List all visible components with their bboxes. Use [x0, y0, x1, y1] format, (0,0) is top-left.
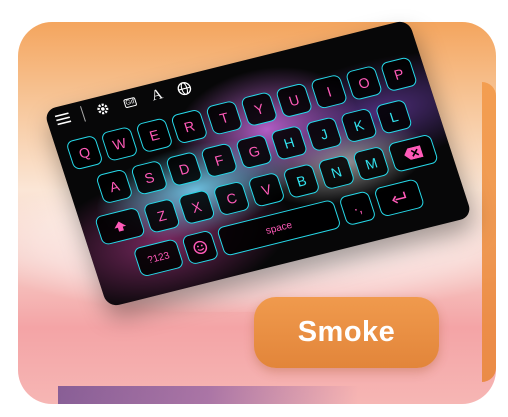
- gear-icon[interactable]: [93, 99, 113, 118]
- theme-name-label: Smoke: [297, 316, 396, 348]
- toolbar-separator: [80, 106, 86, 122]
- globe-icon[interactable]: [174, 79, 194, 98]
- emoji-icon: [193, 240, 208, 255]
- gif-label: Gif: [122, 96, 138, 108]
- card-bottom-accent: [58, 386, 358, 404]
- menu-icon[interactable]: [53, 109, 73, 128]
- font-label: A: [149, 85, 165, 104]
- gif-icon[interactable]: Gif: [120, 93, 140, 112]
- card-edge: [482, 82, 496, 382]
- font-icon[interactable]: A: [147, 86, 167, 105]
- backspace-icon: [404, 145, 424, 160]
- shift-icon: [114, 221, 127, 232]
- theme-name-badge: Smoke: [254, 297, 439, 368]
- enter-icon: [392, 191, 407, 204]
- numbers-label: ?123: [146, 249, 172, 266]
